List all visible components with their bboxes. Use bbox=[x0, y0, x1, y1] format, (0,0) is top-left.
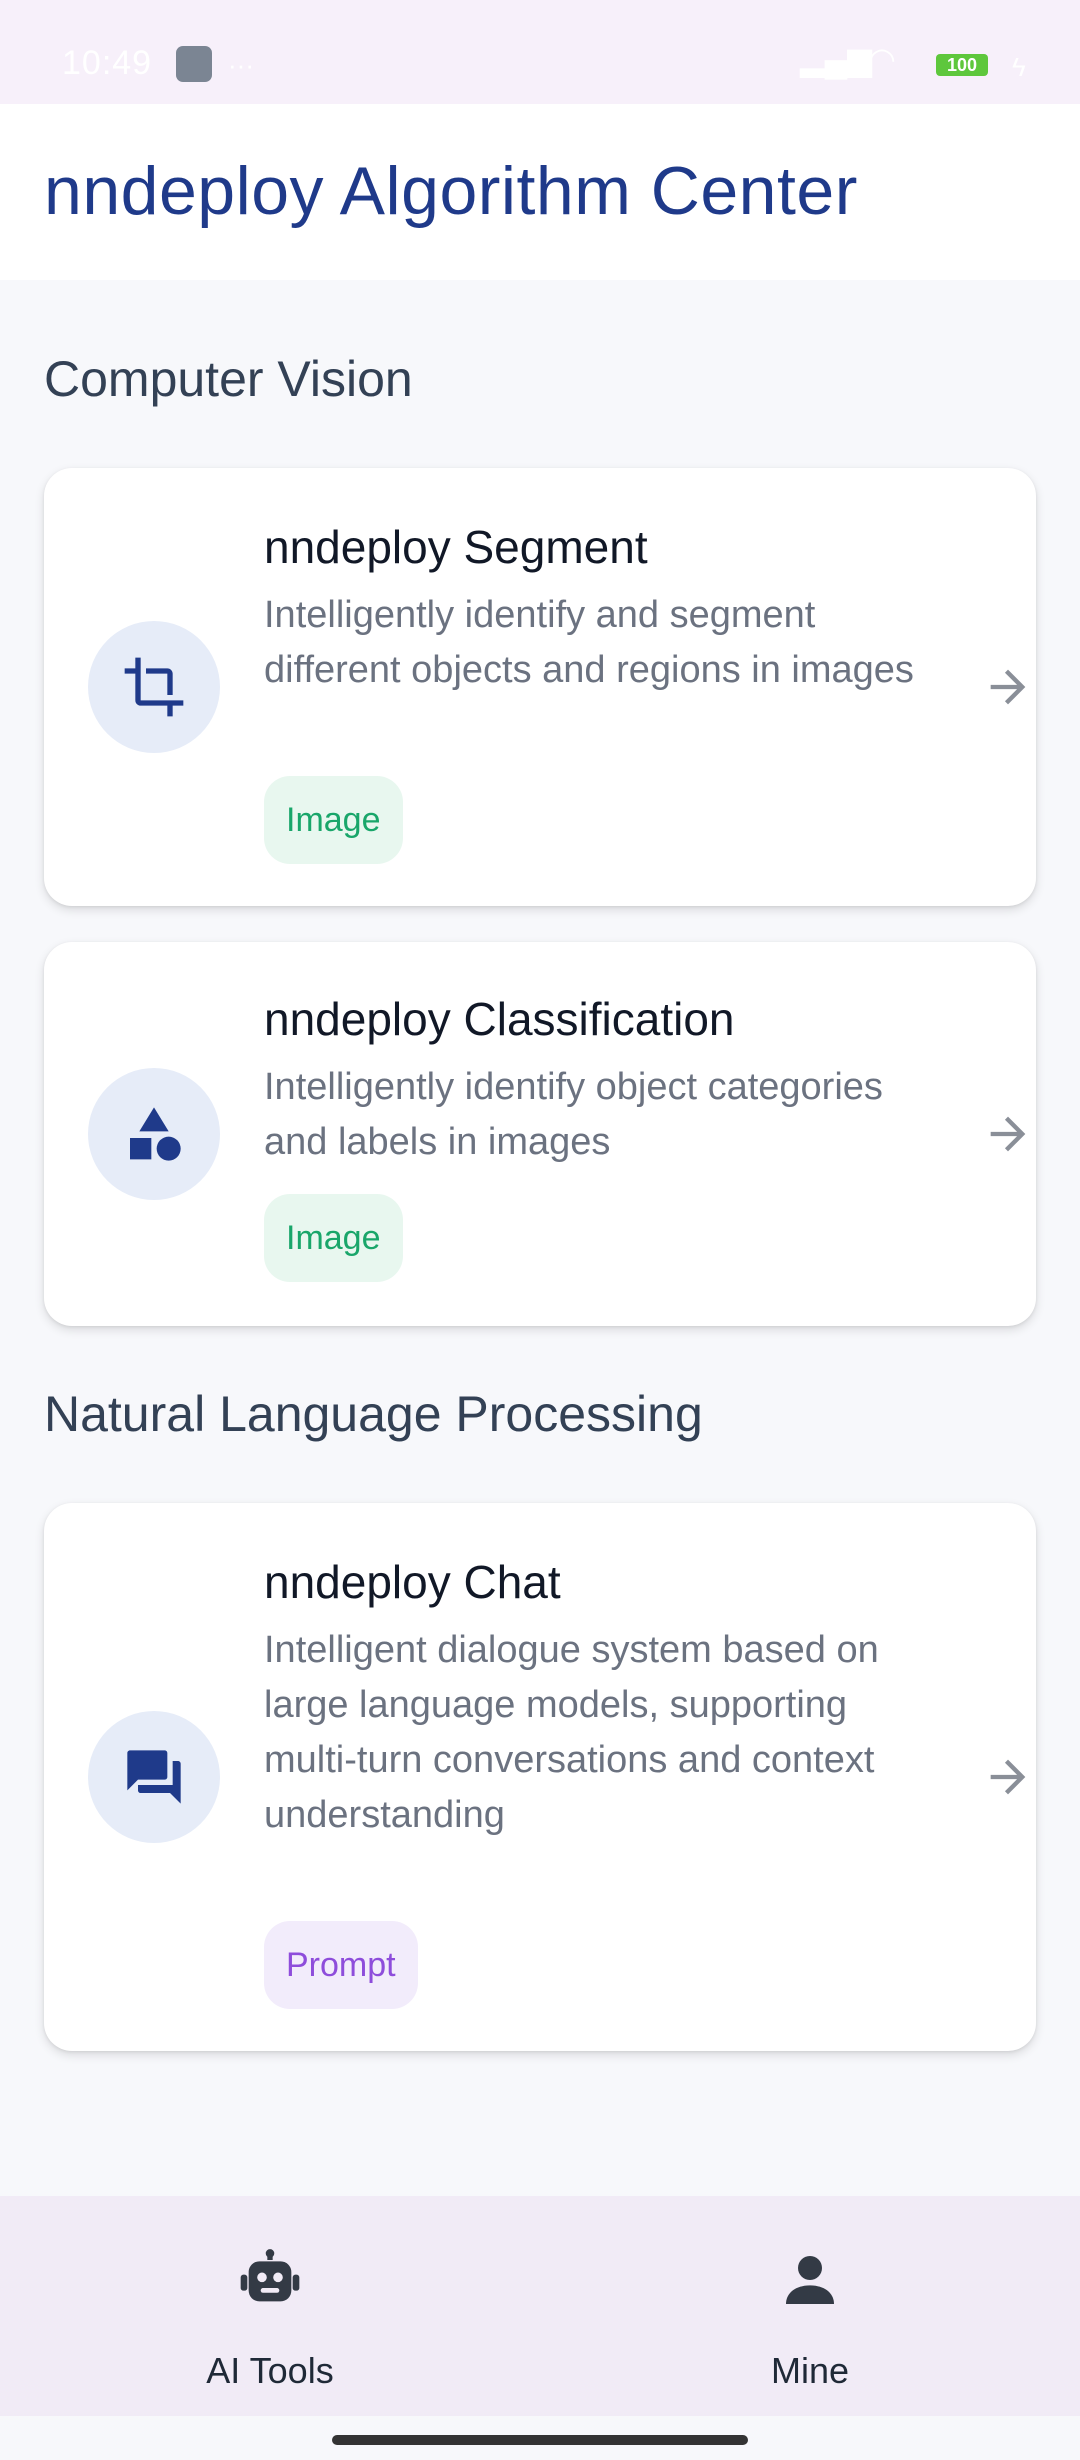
algorithm-card-classification[interactable]: nndeploy Classification Intelligently id… bbox=[44, 942, 1036, 1326]
nav-label: Mine bbox=[770, 2350, 850, 2391]
arrow-right-icon bbox=[990, 1116, 1026, 1152]
arrow-right-icon bbox=[990, 1759, 1026, 1795]
algorithm-card-chat[interactable]: nndeploy Chat Intelligent dialogue syste… bbox=[44, 1503, 1036, 2051]
signal-icon: ▂▄▆ bbox=[800, 41, 872, 77]
status-time: 10:49 bbox=[62, 44, 153, 82]
card-title: nndeploy Classification bbox=[264, 993, 735, 1045]
person-icon bbox=[786, 2256, 834, 2304]
section-title-computer-vision: Computer Vision bbox=[44, 351, 413, 407]
card-title: nndeploy Segment bbox=[264, 521, 648, 573]
bottom-nav: AI Tools Mine bbox=[0, 2196, 1080, 2416]
charging-icon: ϟ bbox=[1012, 52, 1026, 82]
nav-item-ai-tools[interactable]: AI Tools bbox=[0, 2196, 540, 2416]
category-shapes-icon bbox=[88, 1068, 220, 1200]
wifi-icon: ◠ bbox=[868, 41, 896, 77]
wrench-icon bbox=[176, 46, 212, 82]
tag-badge: Prompt bbox=[264, 1921, 418, 2009]
home-indicator[interactable] bbox=[332, 2435, 748, 2445]
robot-icon bbox=[240, 2249, 300, 2302]
card-description: Intelligently identify object categories… bbox=[264, 1066, 883, 1163]
app-bar: nndeploy Algorithm Center bbox=[0, 104, 1080, 280]
card-description: Intelligent dialogue system based on lar… bbox=[264, 1629, 879, 1836]
page-title: nndeploy Algorithm Center bbox=[44, 153, 858, 229]
section-title-nlp: Natural Language Processing bbox=[44, 1386, 703, 1442]
chat-bubbles-icon bbox=[88, 1711, 220, 1843]
tag-badge: Image bbox=[264, 1194, 403, 1282]
crop-icon bbox=[88, 621, 220, 753]
status-bar: 10:49 ··· ▂▄▆ ◠ 100 ϟ bbox=[0, 0, 1080, 104]
card-description: Intelligently identify and segment diffe… bbox=[264, 594, 914, 691]
tag-badge: Image bbox=[264, 776, 403, 864]
arrow-right-icon bbox=[990, 669, 1026, 705]
nav-label: AI Tools bbox=[206, 2350, 334, 2391]
battery-icon: 100 bbox=[936, 54, 988, 76]
algorithm-card-segment[interactable]: nndeploy Segment Intelligently identify … bbox=[44, 468, 1036, 906]
notification-dots-icon: ··· bbox=[228, 50, 254, 80]
card-title: nndeploy Chat bbox=[264, 1556, 561, 1608]
nav-item-mine[interactable]: Mine bbox=[540, 2196, 1080, 2416]
